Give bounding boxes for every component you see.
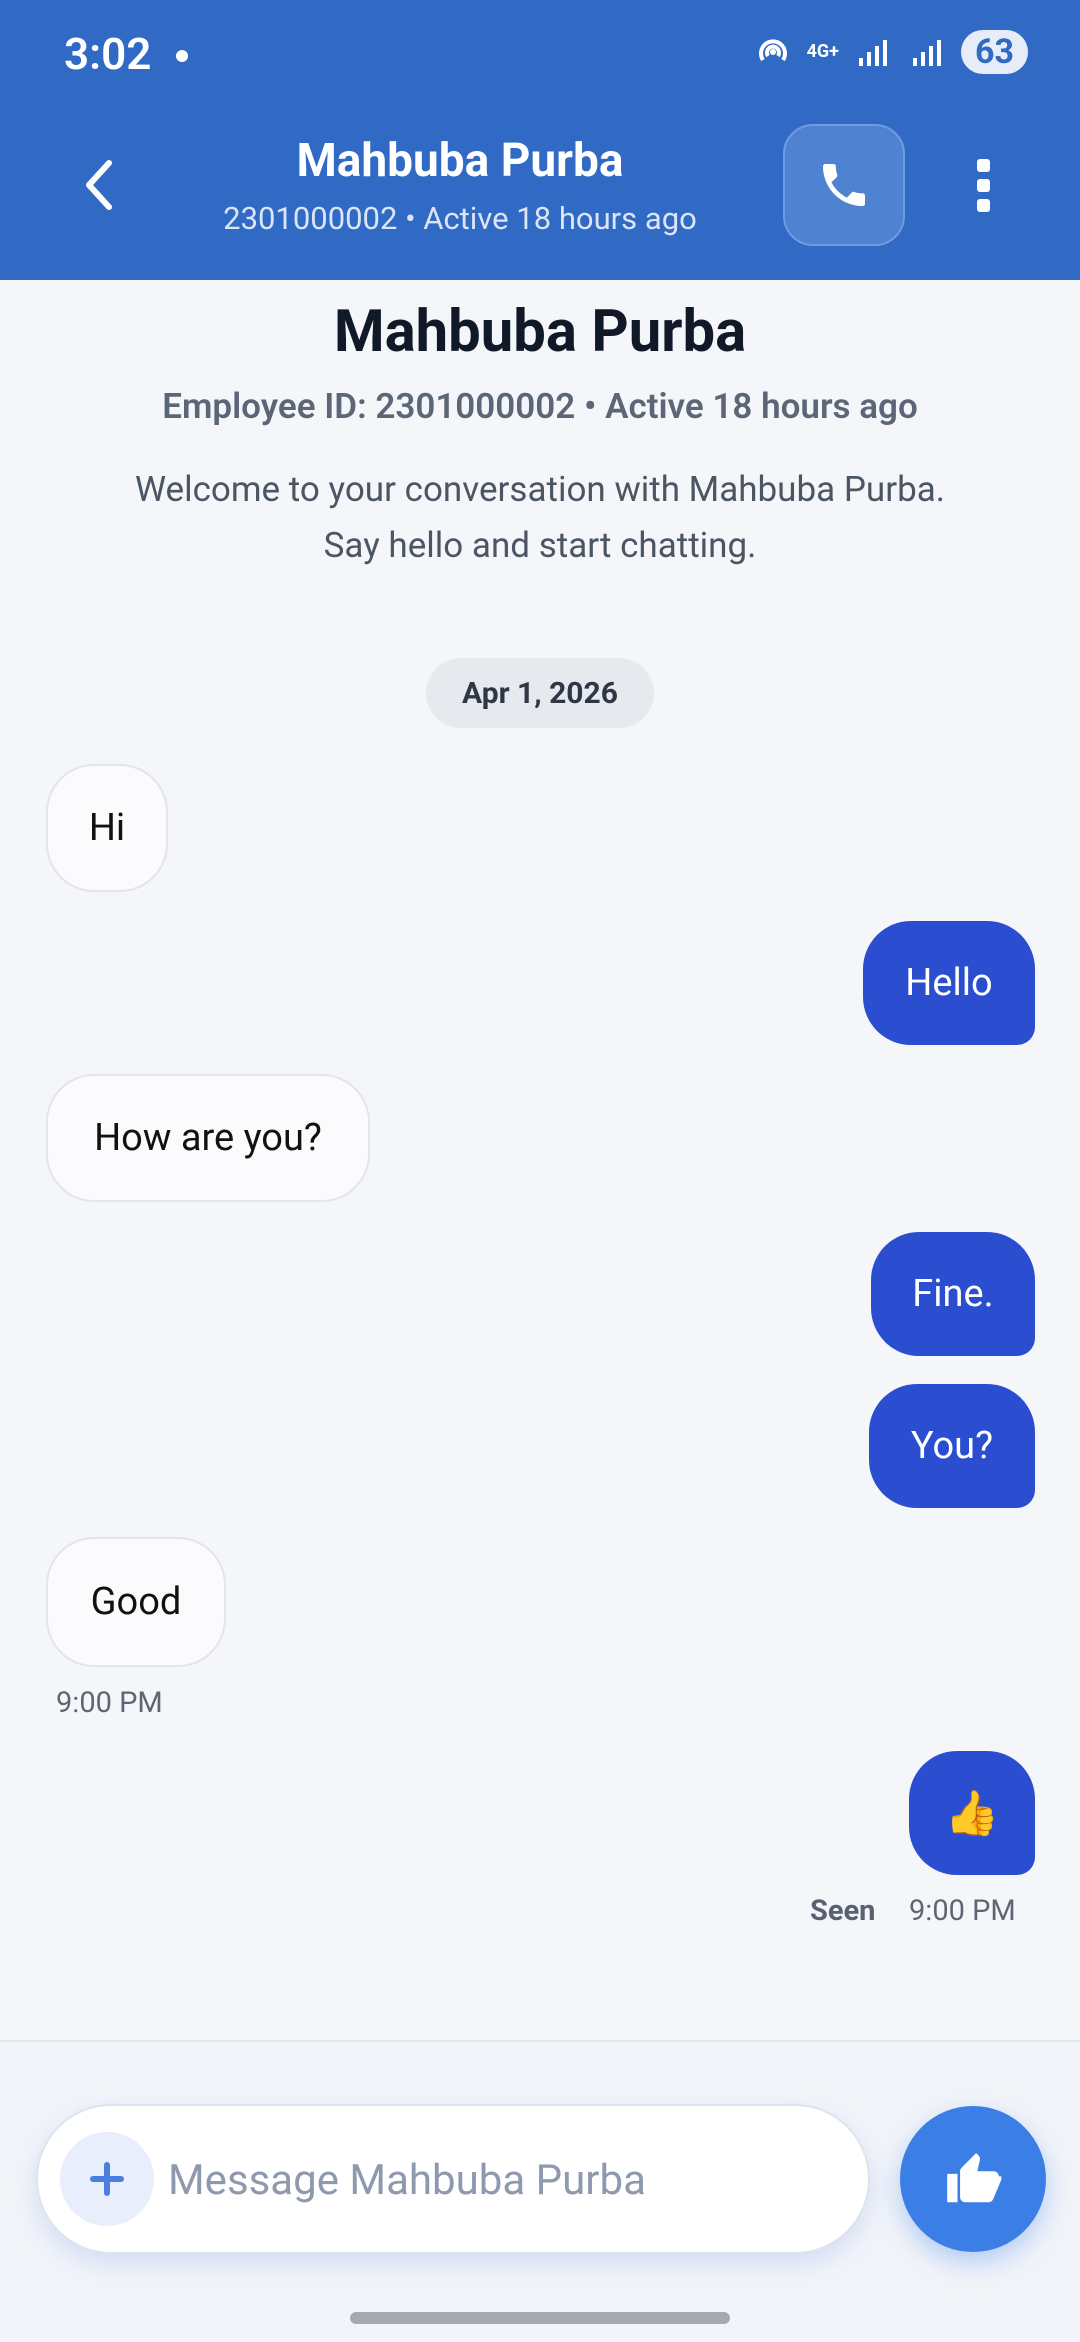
message-time: 9:00 PM	[909, 1894, 1016, 1928]
phone-icon	[823, 164, 865, 206]
notification-dot-icon	[176, 50, 188, 62]
signal-icon	[853, 32, 893, 72]
battery-indicator: 63	[960, 30, 1028, 74]
message-bubble-outgoing[interactable]: 👍	[909, 1751, 1035, 1875]
more-options-button[interactable]	[960, 150, 1006, 220]
attach-button[interactable]	[60, 2132, 154, 2226]
intro-contact-name: Mahbuba Purba	[333, 298, 747, 366]
intro-welcome: Welcome to your conversation with Mahbub…	[0, 462, 1080, 574]
signal-icon-2	[907, 32, 947, 72]
message-bubble-outgoing[interactable]: You?	[869, 1384, 1035, 1508]
welcome-line: Welcome to your conversation with Mahbub…	[134, 469, 946, 510]
more-dot	[976, 158, 990, 172]
send-like-button[interactable]	[900, 2106, 1046, 2252]
thumbs-up-icon	[947, 2153, 1002, 2203]
message-bubble-incoming[interactable]: Good	[46, 1537, 226, 1667]
message-time: 9:00 PM	[56, 1686, 163, 1720]
contact-name: Mahbuba Purba	[296, 134, 624, 188]
welcome-line: Say hello and start chatting.	[323, 525, 757, 566]
intro-employee-info: Employee ID: 2301000002 • Active 18 hour…	[162, 386, 918, 427]
plus-icon	[90, 2162, 124, 2196]
contact-status: 2301000002 • Active 18 hours ago	[223, 200, 697, 237]
seen-status: Seen	[810, 1894, 876, 1928]
status-icons: 4G+ 63	[753, 30, 1028, 74]
call-button[interactable]	[783, 124, 905, 246]
hotspot-icon	[753, 32, 793, 72]
more-dot	[976, 198, 990, 212]
more-dot	[976, 178, 990, 192]
message-input[interactable]	[166, 2146, 850, 2214]
status-time: 3:02	[64, 28, 152, 80]
app-header: 3:02 4G+ 63 Mahbuba Purba 2301000002 • A…	[0, 0, 1080, 280]
network-type: 4G+	[806, 41, 839, 62]
message-bubble-incoming[interactable]: How are you?	[46, 1074, 370, 1202]
date-separator: Apr 1, 2026	[426, 658, 654, 728]
message-bubble-incoming[interactable]: Hi	[46, 764, 168, 892]
message-bubble-outgoing[interactable]: Hello	[863, 921, 1035, 1045]
thumbs-up-emoji: 👍	[944, 1787, 1000, 1839]
message-bubble-outgoing[interactable]: Fine.	[871, 1232, 1035, 1356]
home-indicator[interactable]	[350, 2312, 730, 2324]
